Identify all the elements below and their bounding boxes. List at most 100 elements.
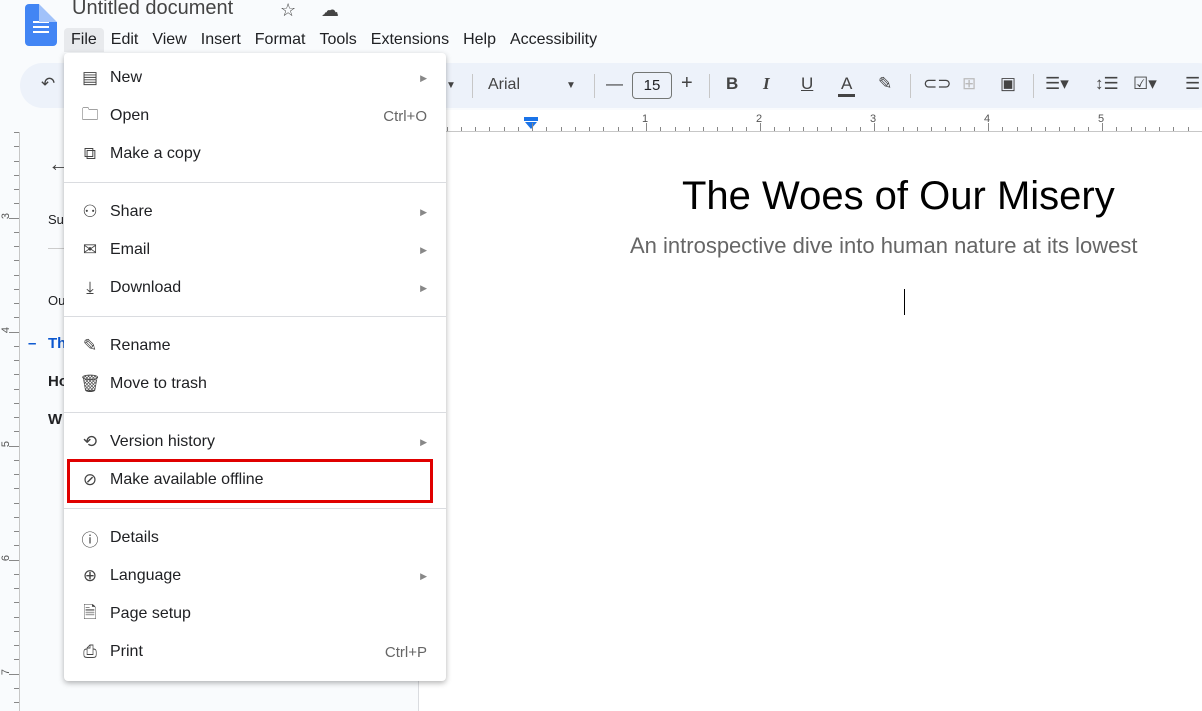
ruler-tick xyxy=(888,127,890,131)
globe-icon: ⊕ xyxy=(82,566,98,585)
line-spacing-icon[interactable]: ↕☰ xyxy=(1095,74,1119,94)
ruler-tick xyxy=(631,127,633,131)
menu-item-label: Move to trash xyxy=(110,375,207,392)
menu-item-open[interactable]: 🗀 Open Ctrl+O xyxy=(64,97,446,135)
menu-item-make-a-copy[interactable]: ⧉ Make a copy xyxy=(64,135,446,173)
menu-edit[interactable]: Edit xyxy=(104,28,146,52)
decrease-font-icon[interactable]: — xyxy=(606,74,623,94)
italic-icon[interactable]: I xyxy=(763,74,770,94)
undo-icon[interactable]: ↶ xyxy=(41,74,55,94)
ruler-tick xyxy=(14,160,19,162)
outline-heading: Ou xyxy=(48,293,66,308)
menu-tools[interactable]: Tools xyxy=(312,28,363,52)
menu-divider xyxy=(64,316,446,317)
link-icon[interactable]: ⊂⊃ xyxy=(923,74,952,94)
outline-item[interactable]: W xyxy=(48,411,62,428)
align-icon[interactable]: ☰▾ xyxy=(1045,74,1069,94)
menu-item-share[interactable]: ⚇ Share ▶ xyxy=(64,193,446,231)
star-icon[interactable]: ☆ xyxy=(280,0,296,21)
document-heading[interactable]: The Woes of Our Misery xyxy=(682,174,1115,219)
summary-heading: Su xyxy=(48,212,64,227)
ruler-tick xyxy=(14,288,19,290)
menu-item-print[interactable]: ⎙ Print Ctrl+P xyxy=(64,633,446,671)
ruler-tick xyxy=(802,127,804,131)
menu-extensions[interactable]: Extensions xyxy=(364,28,456,52)
ruler-tick xyxy=(14,702,19,703)
menu-file[interactable]: File xyxy=(64,28,104,52)
underline-icon[interactable]: U xyxy=(801,74,813,94)
indent-marker[interactable] xyxy=(524,117,538,121)
docs-logo[interactable] xyxy=(25,4,57,46)
menu-item-details[interactable]: ⓘ Details xyxy=(64,519,446,557)
increase-font-icon[interactable]: + xyxy=(681,72,693,95)
menu-item-language[interactable]: ⊕ Language ▶ xyxy=(64,557,446,595)
ruler-tick xyxy=(14,374,19,376)
ruler-tick xyxy=(774,127,776,131)
menu-item-version-history[interactable]: ⟲ Version history ▶ xyxy=(64,423,446,461)
menu-item-label: Email xyxy=(110,241,151,258)
menu-item-rename[interactable]: ✎ Rename xyxy=(64,327,446,365)
vertical-ruler[interactable]: 3 4 5 6 7 xyxy=(0,132,20,711)
submenu-arrow-icon: ▶ xyxy=(420,282,427,293)
ruler-tick xyxy=(1144,127,1146,131)
menu-accessibility[interactable]: Accessibility xyxy=(503,28,604,52)
chevron-down-icon[interactable]: ▼ xyxy=(446,80,456,91)
menu-item-email[interactable]: ✉ Email ▶ xyxy=(64,231,446,269)
ruler-tick xyxy=(9,673,19,675)
ruler-tick xyxy=(14,388,19,390)
bold-icon[interactable]: B xyxy=(726,74,738,94)
ruler-tick xyxy=(14,573,19,575)
menu-insert[interactable]: Insert xyxy=(194,28,248,52)
file-menu: ▤ New ▶ 🗀 Open Ctrl+O ⧉ Make a copy ⚇ Share ▶ ✉ Emai… xyxy=(64,53,446,681)
menu-item-label: Print xyxy=(110,643,143,660)
ruler-tick xyxy=(14,146,19,148)
ruler-tick xyxy=(14,488,19,490)
ruler-tick xyxy=(14,274,19,276)
font-size-input[interactable]: 15 xyxy=(632,72,672,99)
ruler-tick xyxy=(788,127,790,131)
ruler-tick xyxy=(902,127,904,131)
ruler-tick xyxy=(14,174,19,176)
menu-item-page-setup[interactable]: 🗎 Page setup xyxy=(64,595,446,633)
ruler-tick xyxy=(14,345,19,347)
cloud-saved-icon[interactable]: ☁ xyxy=(321,0,339,21)
ruler-tick xyxy=(831,127,833,131)
submenu-arrow-icon: ▶ xyxy=(420,206,427,217)
menu-item-new[interactable]: ▤ New ▶ xyxy=(64,59,446,97)
ruler-tick xyxy=(460,127,462,131)
ruler-tick xyxy=(14,602,19,604)
document-title[interactable]: Untitled document xyxy=(72,0,233,20)
chevron-down-icon[interactable]: ▼ xyxy=(566,80,576,91)
menu-format[interactable]: Format xyxy=(248,28,313,52)
ruler-tick xyxy=(1173,127,1175,131)
image-icon[interactable]: ▣ xyxy=(1000,74,1016,94)
submenu-arrow-icon: ▶ xyxy=(420,244,427,255)
indent-marker-triangle[interactable] xyxy=(525,122,537,129)
ruler-tick xyxy=(14,402,19,404)
highlight-icon[interactable]: ✎ xyxy=(878,74,892,94)
ruler-tick xyxy=(1045,127,1046,131)
submenu-arrow-icon: ▶ xyxy=(420,72,427,83)
menu-item-move-to-trash[interactable]: 🗑 Move to trash xyxy=(64,365,446,403)
ruler-tick xyxy=(1073,127,1075,131)
ruler-tick xyxy=(1059,127,1061,131)
checklist-icon[interactable]: ☑▾ xyxy=(1133,74,1157,94)
horizontal-ruler[interactable]: 1 2 3 4 5 xyxy=(418,110,1202,132)
menu-help[interactable]: Help xyxy=(456,28,503,52)
comment-icon[interactable]: ⊞ xyxy=(962,74,976,94)
ruler-tick xyxy=(14,303,19,304)
ruler-tick xyxy=(574,127,576,131)
text-color-icon[interactable]: A xyxy=(838,74,856,97)
font-select[interactable]: Arial xyxy=(488,76,520,94)
ruler-tick xyxy=(1187,127,1189,131)
bullet-list-icon[interactable]: ☰ xyxy=(1185,74,1200,94)
menu-item-download[interactable]: ⤓ Download ▶ xyxy=(64,269,446,307)
ruler-tick xyxy=(14,645,19,646)
trash-icon: 🗑 xyxy=(79,374,101,393)
menu-item-label: Open xyxy=(110,107,150,124)
document-subtitle[interactable]: An introspective dive into human nature … xyxy=(630,233,1138,259)
menu-view[interactable]: View xyxy=(145,28,193,52)
ruler-tick xyxy=(745,127,747,131)
page-icon: 🗎 xyxy=(83,602,97,622)
ruler-tick xyxy=(988,123,989,131)
